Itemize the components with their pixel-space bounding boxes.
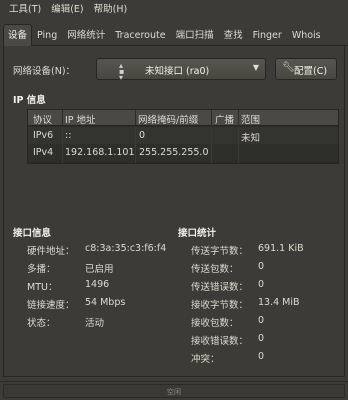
ip-table-header: 协议 IP 地址 网络掩码/前缀 广播 范围	[28, 110, 338, 126]
rx-errors-value: 0	[258, 333, 265, 344]
progress-bar: 空闲	[3, 384, 345, 398]
mtu-value: 1496	[85, 279, 110, 290]
menubar: 工具(T) 编辑(E) 帮助(H)	[0, 0, 348, 19]
tab-lookup[interactable]: 查找	[219, 25, 248, 45]
tab-bar: 设备 Ping 网络统计 Traceroute 端口扫描 查找 Finger W…	[3, 24, 348, 46]
device-selected-value: 未知接口 (ra0)	[145, 66, 210, 77]
hw-address-label: 硬件地址：	[27, 246, 75, 257]
state-label: 状态：	[27, 318, 56, 329]
menu-tools[interactable]: 工具(T)	[4, 0, 46, 19]
rx-packets-value: 0	[258, 315, 265, 326]
cell-ip-address: 192.168.1.101	[65, 147, 135, 158]
link-speed-label: 链接速度：	[27, 300, 75, 311]
multicast-label: 多播：	[27, 264, 56, 275]
cell-netmask: 0	[139, 130, 146, 141]
rx-errors-label: 接收错误数：	[191, 336, 249, 347]
col-broadcast[interactable]: 广播	[215, 112, 234, 126]
tx-errors-value: 0	[258, 279, 265, 290]
tx-packets-value: 0	[258, 261, 265, 272]
tx-errors-label: 传送错误数：	[191, 282, 249, 293]
rx-bytes-label: 接收字节数：	[191, 300, 249, 311]
tab-traceroute[interactable]: Traceroute	[110, 25, 170, 45]
hw-address-value: c8:3a:35:c3:f6:f4	[85, 243, 167, 254]
iface-info-title: 接口信息	[13, 228, 52, 239]
tx-packets-label: 传送包数：	[191, 264, 239, 275]
configure-button-label: 配置(C)	[294, 66, 328, 77]
configure-button[interactable]: 🔧︎ 配置(C)	[275, 58, 337, 80]
rx-bytes-value: 13.4 MiB	[258, 297, 300, 308]
cell-netmask: 255.255.255.0	[139, 147, 209, 158]
multicast-value: 已启用	[85, 264, 114, 275]
tab-whois[interactable]: Whois	[287, 25, 326, 45]
device-combo[interactable]: ▴ ▪ ▾ 未知接口 (ra0) ▼	[96, 58, 266, 82]
chevron-down-icon: ▼	[252, 63, 259, 72]
col-protocol[interactable]: 协议	[33, 112, 52, 126]
rx-packets-label: 接收包数：	[191, 318, 239, 329]
col-ip-address[interactable]: IP 地址	[65, 112, 96, 126]
collisions-label: 冲突：	[191, 354, 220, 365]
tx-bytes-value: 691.1 KiB	[258, 243, 304, 254]
wrench-icon: 🔧︎	[282, 62, 295, 73]
iface-stats-title: 接口统计	[178, 228, 217, 239]
status-text: 空闲	[167, 388, 181, 396]
network-interface-icon: ▴ ▪ ▾	[119, 61, 125, 82]
tab-finger[interactable]: Finger	[248, 25, 287, 45]
device-label: 网络设备(N)：	[13, 66, 76, 77]
col-netmask[interactable]: 网络掩码/前缀	[138, 112, 198, 126]
mtu-label: MTU：	[27, 282, 58, 293]
tab-ping[interactable]: Ping	[32, 25, 62, 45]
table-row[interactable]: IPv6 :: 0 未知	[28, 127, 338, 144]
col-scope[interactable]: 范围	[241, 112, 260, 126]
cell-protocol: IPv4	[33, 147, 54, 158]
table-row[interactable]: IPv4 192.168.1.101 255.255.255.0	[28, 144, 338, 161]
tab-port-scan[interactable]: 端口扫描	[171, 25, 219, 45]
status-bar: 空闲	[0, 381, 348, 400]
ip-info-title: IP 信息	[13, 95, 46, 106]
devices-page: 网络设备(N)： ▴ ▪ ▾ 未知接口 (ra0) ▼ 🔧︎ 配置(C) IP 信息…	[3, 46, 345, 377]
menu-edit[interactable]: 编辑(E)	[46, 0, 88, 19]
tx-bytes-label: 传送字节数：	[191, 246, 249, 257]
tab-netstat[interactable]: 网络统计	[62, 25, 110, 45]
cell-scope: 未知	[241, 133, 261, 144]
menu-help[interactable]: 帮助(H)	[89, 0, 133, 19]
cell-ip-address: ::	[65, 130, 72, 141]
collisions-value: 0	[258, 351, 265, 362]
link-speed-value: 54 Mbps	[85, 297, 126, 308]
state-value: 活动	[85, 318, 105, 329]
ip-info-table[interactable]: 协议 IP 地址 网络掩码/前缀 广播 范围 IPv6 :: 0 未知 IPv4…	[27, 109, 339, 164]
tab-devices[interactable]: 设备	[3, 24, 33, 46]
cell-protocol: IPv6	[33, 130, 54, 141]
